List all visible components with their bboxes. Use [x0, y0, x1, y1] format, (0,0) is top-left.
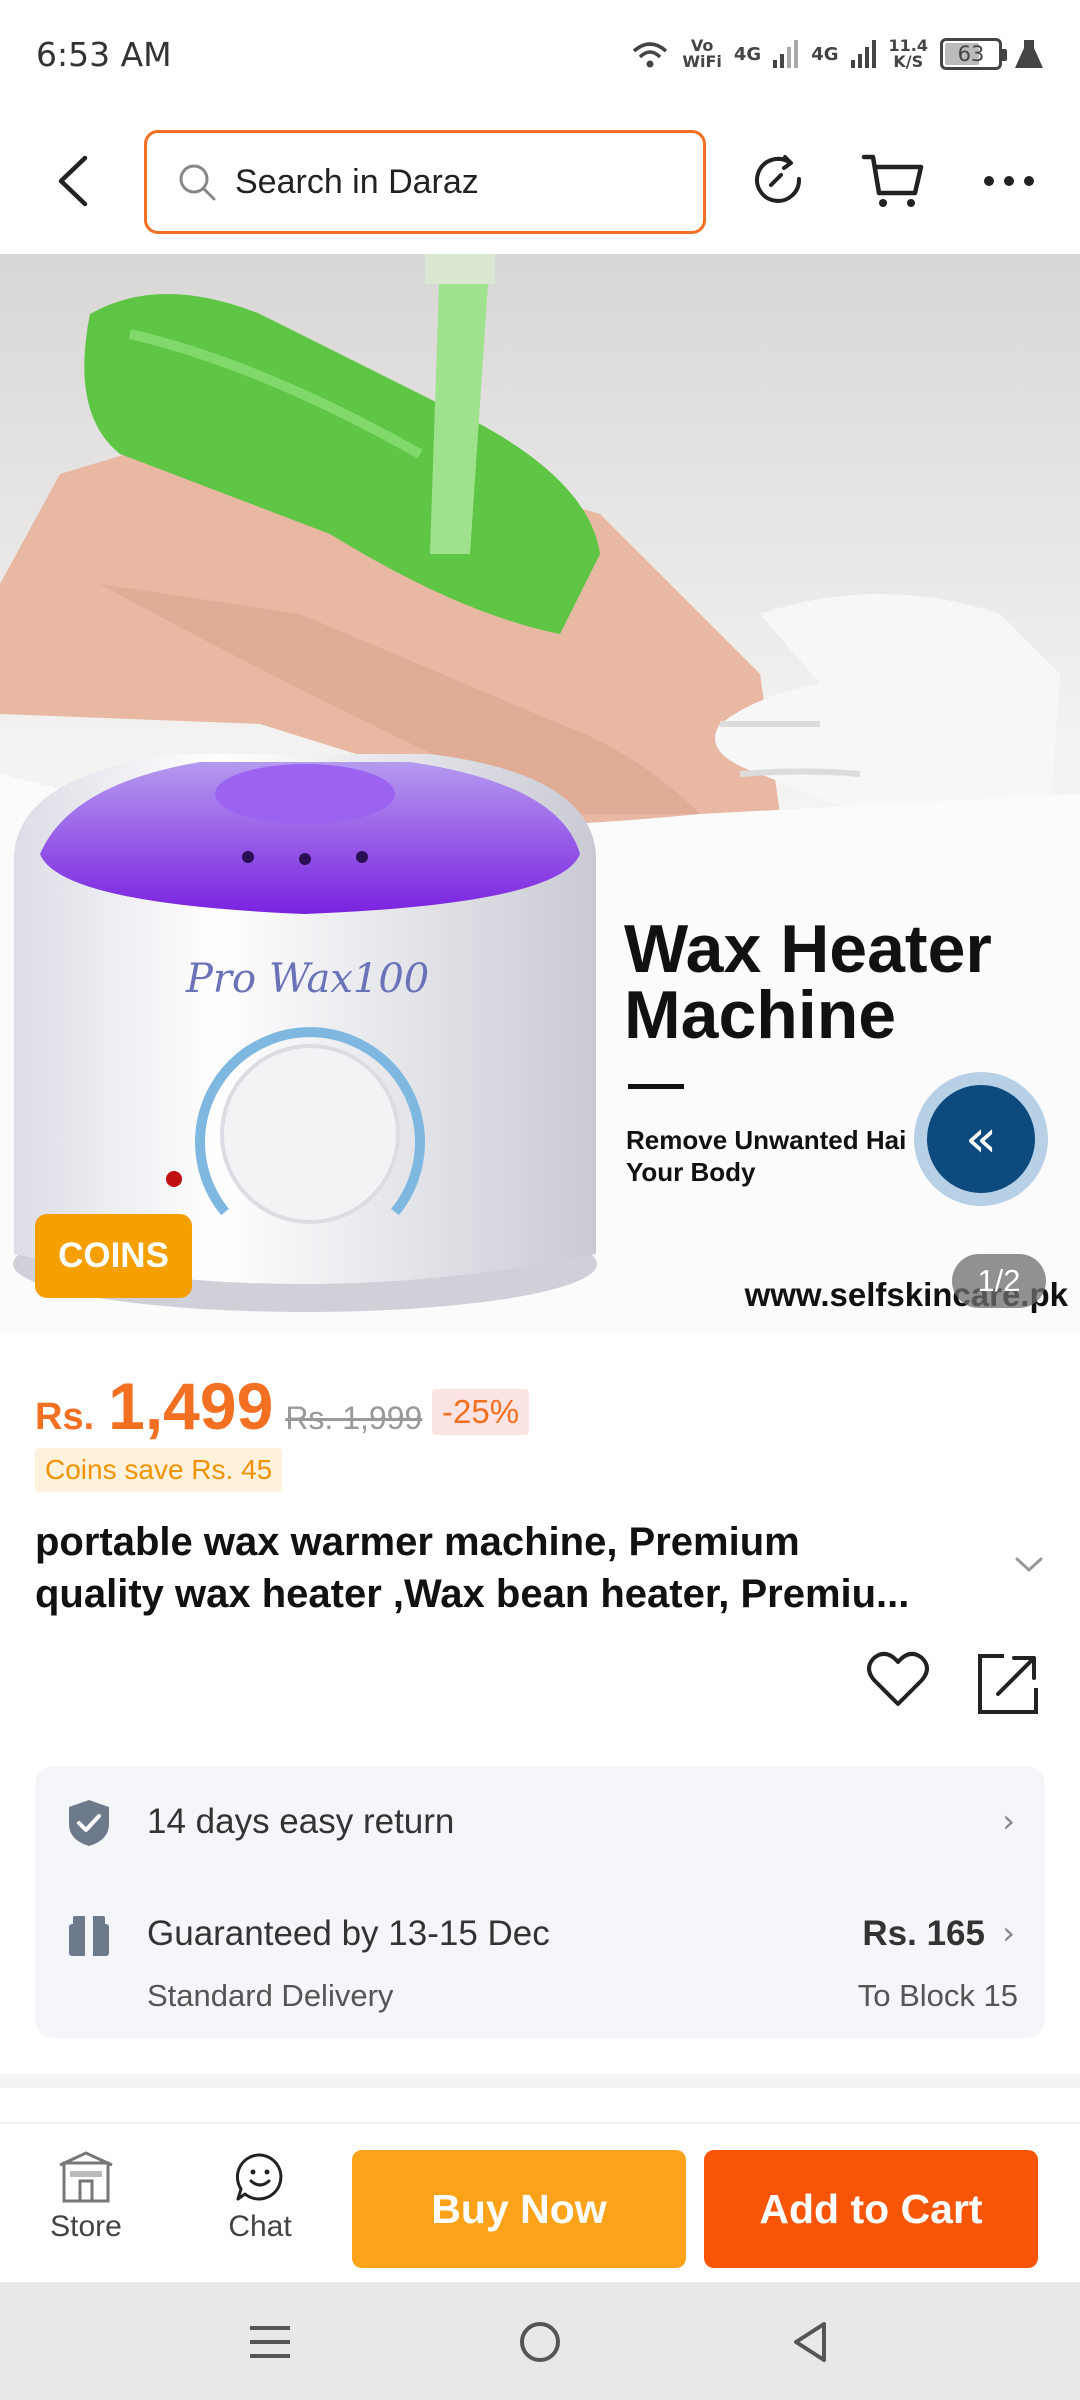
product-image-carousel[interactable]: Pro Wax100 Wax Heater Machine Remove Unw…	[0, 254, 1080, 1334]
chevron-right-icon: ›	[1002, 1802, 1015, 1840]
battery-indicator: 63	[940, 38, 1007, 70]
sim1-network: 4G	[733, 43, 762, 65]
flask-icon	[1015, 40, 1043, 68]
search-icon	[179, 164, 216, 201]
delivery-fee: Rs. 165	[862, 1914, 985, 1953]
bottom-action-bar: Store Chat Buy Now Add to Cart	[0, 2122, 1080, 2282]
status-icons: Vo WiFi 4G 4G 11.4 K/S 63	[630, 38, 1044, 70]
sim2-network: 4G	[811, 43, 839, 65]
price-row: Rs. 1,499 Rs. 1,999	[35, 1368, 422, 1444]
delivery-guarantee-text: Guaranteed by 13-15 Dec	[147, 1914, 550, 1953]
home-circle-icon	[520, 2322, 560, 2362]
store-icon	[59, 2151, 113, 2203]
cart-icon	[861, 154, 924, 207]
collapse-button[interactable]: «	[914, 1072, 1048, 1206]
chevron-right-icon: ›	[1002, 1914, 1015, 1952]
store-button[interactable]: Store	[26, 2144, 146, 2244]
shield-check-icon	[69, 1800, 109, 1846]
return-policy-row[interactable]: 14 days easy return ›	[35, 1766, 1045, 1878]
signal-icon	[773, 40, 799, 68]
service-card: 14 days easy return › Guaranteed by 13-1…	[35, 1766, 1045, 2038]
vowifi-label: Vo WiFi	[682, 36, 722, 71]
product-detail-page: 6:53 AM Vo WiFi 4G 4G 11.4 K/S 63 Search…	[0, 0, 1080, 2400]
delivery-type: Standard Delivery	[147, 1978, 394, 2013]
more-button[interactable]	[974, 146, 1044, 216]
discount-badge: -25%	[432, 1389, 530, 1435]
status-time: 6:53 AM	[36, 34, 172, 74]
hero-subtitle: Remove Unwanted Hai Your Body	[626, 1125, 907, 1187]
search-placeholder: Search in Daraz	[235, 162, 479, 201]
chevron-down-icon[interactable]	[1014, 1556, 1044, 1574]
top-header: Search in Daraz	[0, 108, 1080, 254]
system-navigation-bar	[0, 2282, 1080, 2400]
chat-button[interactable]: Chat	[200, 2144, 320, 2244]
home-button[interactable]	[510, 2312, 570, 2372]
add-to-cart-button[interactable]: Add to Cart	[704, 2150, 1038, 2268]
menu-button[interactable]	[240, 2312, 300, 2372]
triangle-back-icon	[794, 2322, 826, 2362]
wifi-icon	[633, 42, 668, 68]
chat-icon	[235, 2153, 283, 2201]
image-counter: 1/2	[952, 1254, 1046, 1308]
delivery-row[interactable]: Guaranteed by 13-15 Dec Standard Deliver…	[35, 1878, 1045, 2038]
product-brand-mark: Pro Wax100	[186, 956, 430, 1002]
menu-icon	[250, 2326, 290, 2358]
hero-divider	[628, 1084, 684, 1089]
buy-now-button[interactable]: Buy Now	[352, 2150, 686, 2268]
more-dots-icon	[984, 176, 1034, 186]
coins-badge: COINS	[35, 1214, 192, 1298]
return-policy-text: 14 days easy return	[147, 1802, 455, 1841]
cart-button[interactable]	[858, 146, 928, 216]
store-label: Store	[50, 2210, 122, 2243]
back-button[interactable]	[42, 148, 102, 214]
currency-label: Rs.	[35, 1396, 95, 1438]
back-nav-button[interactable]	[780, 2312, 840, 2372]
product-title[interactable]: portable wax warmer machine, Premium qua…	[35, 1516, 997, 1620]
search-input[interactable]: Search in Daraz	[144, 130, 706, 234]
chat-label: Chat	[228, 2210, 292, 2243]
chevron-left-icon	[58, 155, 88, 207]
heart-icon[interactable]	[866, 1650, 930, 1708]
network-speed: 11.4 K/S	[888, 36, 928, 71]
package-icon	[69, 1916, 109, 1956]
hero-title: Wax Heater Machine	[624, 911, 992, 1053]
history-icon	[755, 155, 802, 203]
original-price: Rs. 1,999	[285, 1400, 423, 1436]
share-icon[interactable]	[976, 1652, 1040, 1716]
section-divider	[0, 2074, 1080, 2088]
signal-icon	[850, 40, 876, 68]
history-button[interactable]	[744, 146, 814, 216]
coins-save-badge: Coins save Rs. 45	[35, 1448, 283, 1492]
status-bar: 6:53 AM Vo WiFi 4G 4G 11.4 K/S 63	[0, 0, 1080, 108]
current-price: 1,499	[108, 1369, 274, 1443]
double-chevron-left-icon: «	[927, 1085, 1035, 1193]
delivery-location: To Block 15	[857, 1978, 1018, 2013]
